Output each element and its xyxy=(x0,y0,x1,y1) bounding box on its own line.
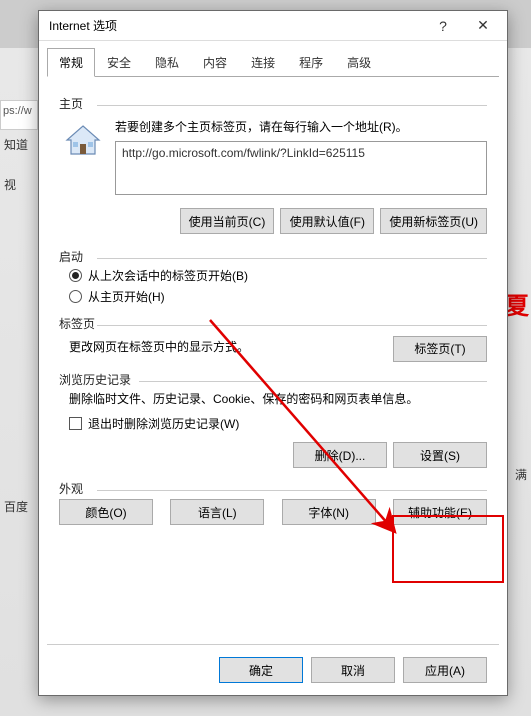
fonts-button[interactable]: 字体(N) xyxy=(282,499,376,525)
tabs-button[interactable]: 标签页(T) xyxy=(393,336,487,362)
bg-red-text: 夏 xyxy=(505,286,529,321)
history-description: 删除临时文件、历史记录、Cookie、保存的密码和网页表单信息。 xyxy=(69,390,487,407)
checkbox-label: 退出时删除浏览历史记录(W) xyxy=(88,415,239,432)
bg-text: 视 xyxy=(4,176,16,193)
tab-privacy[interactable]: 隐私 xyxy=(143,48,191,77)
cancel-button[interactable]: 取消 xyxy=(311,657,395,683)
radio-icon xyxy=(69,269,82,282)
bg-text: 满 xyxy=(515,466,527,483)
delete-on-exit-checkbox[interactable]: 退出时删除浏览历史记录(W) xyxy=(69,415,487,432)
radio-label: 从上次会话中的标签页开始(B) xyxy=(88,267,248,284)
group-startup: 启动 xyxy=(59,248,487,265)
radio-label: 从主页开始(H) xyxy=(88,288,165,305)
tab-connections[interactable]: 连接 xyxy=(239,48,287,77)
radio-icon xyxy=(69,290,82,303)
bg-text: 知道 xyxy=(4,136,28,153)
use-newtab-button[interactable]: 使用新标签页(U) xyxy=(380,208,487,234)
internet-options-dialog: Internet 选项 ? ✕ 常规 安全 隐私 内容 连接 程序 高级 主页 xyxy=(38,10,508,696)
delete-button[interactable]: 删除(D)... xyxy=(293,442,387,468)
checkbox-icon xyxy=(69,417,82,430)
tab-advanced[interactable]: 高级 xyxy=(335,48,383,77)
dialog-footer: 确定 取消 应用(A) xyxy=(47,644,499,695)
use-default-button[interactable]: 使用默认值(F) xyxy=(280,208,374,234)
group-history: 浏览历史记录 xyxy=(59,371,487,388)
homepage-description: 若要创建多个主页标签页，请在每行输入一个地址(R)。 xyxy=(115,118,487,135)
bg-text: 百度 xyxy=(4,498,28,515)
settings-button[interactable]: 设置(S) xyxy=(393,442,487,468)
tab-content[interactable]: 内容 xyxy=(191,48,239,77)
dialog-title: Internet 选项 xyxy=(49,17,423,34)
colors-button[interactable]: 颜色(O) xyxy=(59,499,153,525)
home-icon xyxy=(61,118,105,162)
startup-last-session-radio[interactable]: 从上次会话中的标签页开始(B) xyxy=(69,267,487,284)
use-current-button[interactable]: 使用当前页(C) xyxy=(180,208,275,234)
titlebar: Internet 选项 ? ✕ xyxy=(39,11,507,41)
group-homepage: 主页 xyxy=(59,95,487,112)
close-button[interactable]: ✕ xyxy=(463,12,503,40)
startup-homepage-radio[interactable]: 从主页开始(H) xyxy=(69,288,487,305)
accessibility-button[interactable]: 辅助功能(E) xyxy=(393,499,487,525)
languages-button[interactable]: 语言(L) xyxy=(170,499,264,525)
group-tabs: 标签页 xyxy=(59,315,487,332)
tab-general[interactable]: 常规 xyxy=(47,48,95,77)
homepage-url-input[interactable] xyxy=(115,141,487,195)
ok-button[interactable]: 确定 xyxy=(219,657,303,683)
tabs-description: 更改网页在标签页中的显示方式。 xyxy=(69,338,249,355)
tab-security[interactable]: 安全 xyxy=(95,48,143,77)
apply-button[interactable]: 应用(A) xyxy=(403,657,487,683)
tab-programs[interactable]: 程序 xyxy=(287,48,335,77)
bg-url-fragment: ps://w xyxy=(0,100,38,130)
tab-content-area: 主页 若要创建多个主页标签页，请在每行输入一个地址(R)。 使用当前页(C) 使… xyxy=(47,76,499,644)
tabstrip: 常规 安全 隐私 内容 连接 程序 高级 xyxy=(39,41,507,76)
help-button[interactable]: ? xyxy=(423,12,463,40)
group-appearance: 外观 xyxy=(59,480,487,497)
